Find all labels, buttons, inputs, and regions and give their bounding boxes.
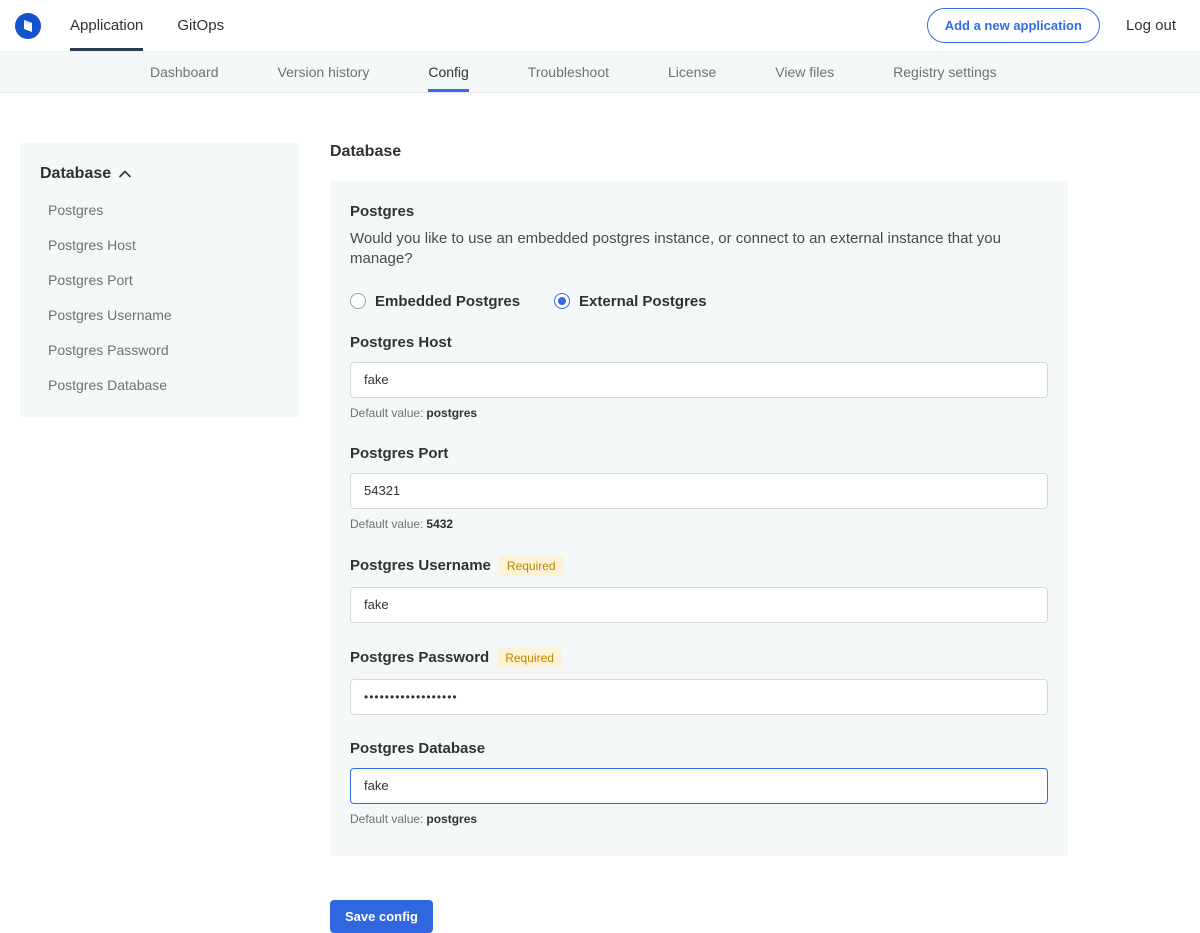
- chevron-up-icon: [119, 170, 131, 178]
- radio-embedded-postgres[interactable]: Embedded Postgres: [350, 293, 520, 310]
- sidebar-item-postgres[interactable]: Postgres: [40, 202, 278, 218]
- default-value: postgres: [426, 406, 477, 420]
- tab-application[interactable]: Application: [70, 0, 143, 51]
- save-config-button[interactable]: Save config: [330, 900, 433, 933]
- field-label-row: Postgres Password Required: [350, 648, 1048, 668]
- postgres-database-default-hint: Default value:postgres: [350, 812, 1048, 826]
- postgres-database-input[interactable]: [350, 768, 1048, 804]
- default-prefix: Default value:: [350, 406, 423, 420]
- group-label: Postgres: [350, 203, 1048, 220]
- config-group-card: Postgres Would you like to use an embedd…: [330, 181, 1068, 856]
- postgres-database-label: Postgres Database: [350, 740, 485, 757]
- tab-dashboard-label: Dashboard: [150, 64, 219, 80]
- postgres-password-input[interactable]: [350, 679, 1048, 715]
- tab-config[interactable]: Config: [428, 52, 468, 92]
- tab-registry-settings[interactable]: Registry settings: [893, 52, 996, 92]
- sidebar-item-postgres-port[interactable]: Postgres Port: [40, 272, 278, 288]
- default-prefix: Default value:: [350, 517, 423, 531]
- postgres-port-default-hint: Default value:5432: [350, 517, 1048, 531]
- postgres-host-input[interactable]: [350, 362, 1048, 398]
- top-nav: Application GitOps: [70, 0, 224, 51]
- section-title: Database: [330, 143, 1068, 161]
- tab-config-label: Config: [428, 64, 468, 80]
- tab-gitops[interactable]: GitOps: [177, 0, 224, 51]
- sidebar-item-postgres-username[interactable]: Postgres Username: [40, 307, 278, 323]
- logo-icon: [14, 12, 42, 40]
- field-label-row: Postgres Port: [350, 445, 1048, 462]
- tab-license[interactable]: License: [668, 52, 716, 92]
- tab-registry-settings-label: Registry settings: [893, 64, 996, 80]
- radio-embedded-label: Embedded Postgres: [375, 293, 520, 310]
- tab-version-history[interactable]: Version history: [278, 52, 370, 92]
- sidebar-group-label: Database: [40, 165, 111, 183]
- sidebar-item-postgres-password[interactable]: Postgres Password: [40, 342, 278, 358]
- tab-license-label: License: [668, 64, 716, 80]
- tab-gitops-label: GitOps: [177, 17, 224, 34]
- add-application-button[interactable]: Add a new application: [927, 8, 1100, 43]
- tab-troubleshoot-label: Troubleshoot: [528, 64, 609, 80]
- app-logo[interactable]: [14, 0, 42, 51]
- tab-version-history-label: Version history: [278, 64, 370, 80]
- radio-external-postgres[interactable]: External Postgres: [554, 293, 707, 310]
- config-sidebar: Database Postgres Postgres Host Postgres…: [20, 143, 298, 417]
- default-prefix: Default value:: [350, 812, 423, 826]
- config-content: Database Postgres Would you like to use …: [330, 143, 1068, 933]
- field-label-row: Postgres Database: [350, 740, 1048, 757]
- top-bar-right: Add a new application Log out: [927, 0, 1176, 51]
- required-badge: Required: [499, 556, 564, 576]
- sidebar-item-postgres-host[interactable]: Postgres Host: [40, 237, 278, 253]
- postgres-port-input[interactable]: [350, 473, 1048, 509]
- tab-dashboard[interactable]: Dashboard: [150, 52, 219, 92]
- top-bar: Application GitOps Add a new application…: [0, 0, 1200, 52]
- field-label-row: Postgres Username Required: [350, 556, 1048, 576]
- default-value: 5432: [426, 517, 453, 531]
- app-sub-nav: Dashboard Version history Config Trouble…: [0, 52, 1200, 93]
- postgres-password-label: Postgres Password: [350, 649, 489, 666]
- radio-checked-icon: [554, 293, 570, 309]
- field-label-row: Postgres Host: [350, 334, 1048, 351]
- tab-troubleshoot[interactable]: Troubleshoot: [528, 52, 609, 92]
- tab-application-label: Application: [70, 17, 143, 34]
- radio-unchecked-icon: [350, 293, 366, 309]
- postgres-username-input[interactable]: [350, 587, 1048, 623]
- postgres-mode-radios: Embedded Postgres External Postgres: [350, 293, 1048, 310]
- postgres-host-label: Postgres Host: [350, 334, 452, 351]
- postgres-username-label: Postgres Username: [350, 557, 491, 574]
- required-badge: Required: [497, 648, 562, 668]
- main-area: Database Postgres Postgres Host Postgres…: [0, 93, 1200, 933]
- default-value: postgres: [426, 812, 477, 826]
- radio-external-label: External Postgres: [579, 293, 707, 310]
- group-help-text: Would you like to use an embedded postgr…: [350, 229, 1048, 270]
- postgres-port-label: Postgres Port: [350, 445, 448, 462]
- tab-view-files-label: View files: [775, 64, 834, 80]
- tab-view-files[interactable]: View files: [775, 52, 834, 92]
- sidebar-group-database[interactable]: Database: [40, 165, 278, 183]
- postgres-host-default-hint: Default value:postgres: [350, 406, 1048, 420]
- sidebar-item-postgres-database[interactable]: Postgres Database: [40, 377, 278, 393]
- logout-link[interactable]: Log out: [1126, 17, 1176, 34]
